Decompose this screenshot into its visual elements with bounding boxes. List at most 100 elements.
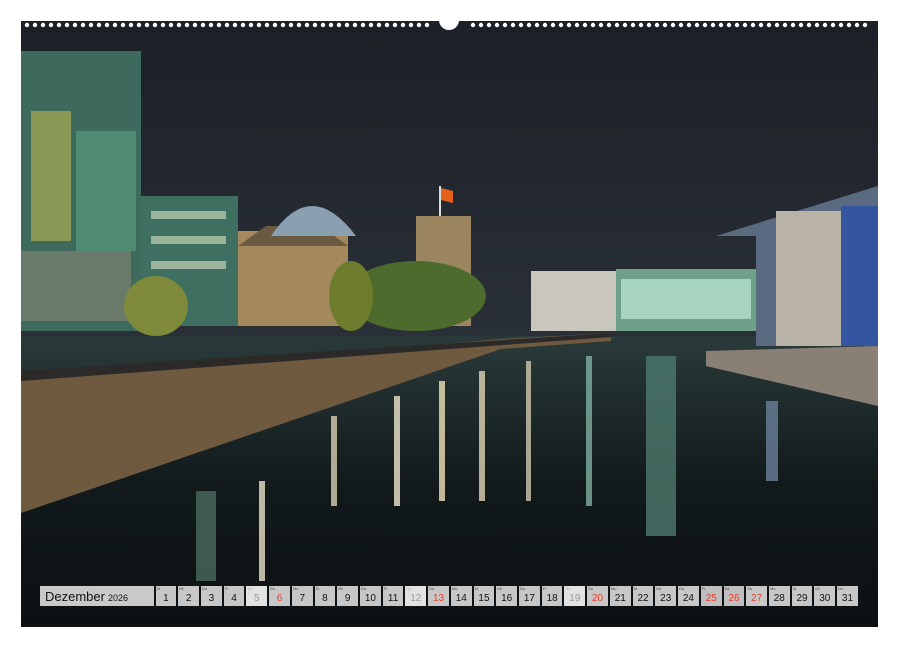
day-cell: Do 10 — [360, 586, 381, 606]
weekday-abbrev: Di — [156, 586, 161, 591]
weekday-abbrev: Mi — [497, 586, 502, 591]
day-cell: Mi 16 — [496, 586, 518, 606]
day-cell: So 6 — [269, 586, 290, 606]
weekday-abbrev: Mi — [179, 586, 184, 591]
day-number: 14 — [455, 593, 467, 604]
day-number: 30 — [819, 593, 831, 604]
day-cell: Di 15 — [473, 586, 495, 606]
day-number: 6 — [276, 593, 283, 604]
day-number: 1 — [163, 593, 169, 604]
day-number: 9 — [344, 593, 351, 604]
day-number: 17 — [523, 593, 535, 604]
day-number: 18 — [546, 593, 558, 604]
weekday-abbrev: Di — [792, 586, 797, 591]
day-number: 5 — [254, 593, 260, 604]
day-cell: Fr 11 — [382, 586, 404, 606]
day-cell: So 20 — [587, 586, 608, 606]
weekday-abbrev: Mi — [815, 586, 820, 591]
day-cell: Do 3 — [200, 586, 222, 606]
day-cell: Sa 5 — [246, 586, 268, 606]
day-number: 29 — [796, 593, 808, 604]
day-cell: So 13 — [428, 586, 449, 606]
month-label: Dezember 2026 — [40, 586, 154, 606]
weekday-abbrev: Do — [201, 586, 208, 591]
weekday-abbrev: Do — [520, 586, 526, 591]
weekday-abbrev: Fr — [542, 586, 547, 591]
weekday-abbrev: Mo — [451, 586, 458, 591]
day-cell: Fr 25 — [700, 586, 722, 606]
day-cell: Di 8 — [314, 586, 336, 606]
day-number: 7 — [299, 593, 305, 604]
day-cell: Di 29 — [791, 586, 813, 606]
day-cell: Di 22 — [632, 586, 654, 606]
month-name: Dezember — [45, 589, 105, 604]
day-cell: Do 31 — [837, 586, 858, 606]
day-number: 2 — [185, 593, 192, 604]
calendar-page: Dezember 2026 Di 1 Mi 2 Do 3 Fr 4 Sa 5 So 6 Mo 7 Di 8 Mi… — [0, 0, 899, 648]
day-number: 22 — [637, 593, 649, 604]
day-number: 8 — [322, 593, 328, 604]
day-number: 23 — [660, 593, 672, 604]
weekday-abbrev: So — [429, 586, 435, 591]
day-number: 10 — [364, 593, 376, 604]
month-year: 2026 — [107, 593, 128, 603]
weekday-abbrev: Do — [679, 586, 685, 591]
distant-building — [531, 271, 616, 331]
day-cell: Mo 7 — [291, 586, 313, 606]
day-cell: Mo 21 — [609, 586, 631, 606]
weekday-abbrev: Fr — [383, 586, 388, 591]
wire-binding-icon — [24, 20, 868, 30]
day-cell: Mo 28 — [768, 586, 790, 606]
weekday-abbrev: Sa — [724, 586, 730, 591]
weekday-abbrev: So — [747, 586, 753, 591]
day-cell: Sa 26 — [723, 586, 745, 606]
day-cell: Di 1 — [155, 586, 177, 606]
weekday-abbrev: Sa — [565, 586, 571, 591]
day-number: 16 — [501, 593, 513, 604]
day-number: 26 — [728, 593, 740, 604]
weekday-abbrev: Mo — [769, 586, 776, 591]
weekday-abbrev: Di — [633, 586, 638, 591]
day-number: 15 — [478, 593, 490, 604]
weekday-abbrev: Sa — [247, 586, 253, 591]
weekday-abbrev: Fr — [224, 586, 229, 591]
day-number: 21 — [614, 593, 626, 604]
day-cell: Do 17 — [519, 586, 540, 606]
day-number: 20 — [592, 593, 604, 604]
day-number: 31 — [841, 593, 854, 604]
day-cell: Mo 14 — [450, 586, 472, 606]
day-cell: Mi 2 — [178, 586, 199, 606]
weekday-abbrev: Mo — [292, 586, 299, 591]
photo-illustration — [21, 21, 878, 627]
night-river-photo — [21, 21, 878, 627]
day-number: 11 — [387, 593, 399, 604]
weekday-abbrev: Do — [361, 586, 367, 591]
weekday-abbrev: So — [588, 586, 594, 591]
day-cell: Fr 18 — [541, 586, 563, 606]
day-cell: Mi 23 — [655, 586, 677, 606]
day-cell: Mi 9 — [337, 586, 359, 606]
day-number: 25 — [705, 593, 717, 604]
day-number: 3 — [208, 593, 215, 604]
day-number: 13 — [432, 593, 445, 604]
day-number: 4 — [231, 593, 237, 604]
calendar-bar: Dezember 2026 Di 1 Mi 2 Do 3 Fr 4 Sa 5 So 6 Mo 7 Di 8 Mi… — [40, 586, 858, 606]
day-cell: So 27 — [746, 586, 767, 606]
weekday-abbrev: Do — [838, 586, 844, 591]
weekday-abbrev: Fr — [701, 586, 706, 591]
day-number: 27 — [751, 593, 763, 604]
day-number: 19 — [569, 593, 581, 604]
weekday-abbrev: Sa — [406, 586, 412, 591]
weekday-abbrev: Mi — [338, 586, 343, 591]
day-number: 12 — [410, 593, 422, 604]
weekday-abbrev: Mi — [656, 586, 661, 591]
day-cell: Fr 4 — [223, 586, 245, 606]
day-cell: Sa 12 — [405, 586, 427, 606]
day-cell: Sa 19 — [564, 586, 586, 606]
day-cell: Mi 30 — [814, 586, 836, 606]
weekday-abbrev: Di — [474, 586, 479, 591]
weekday-abbrev: Mo — [610, 586, 617, 591]
day-cell: Do 24 — [678, 586, 699, 606]
day-number: 24 — [682, 593, 694, 604]
day-number: 28 — [773, 593, 785, 604]
